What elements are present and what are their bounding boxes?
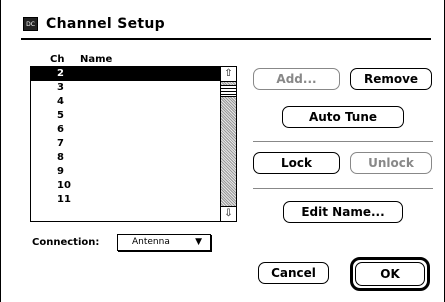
scroll-up-arrow-icon[interactable]: ⇧ [221,67,236,82]
edit-name-button[interactable]: Edit Name... [283,201,403,223]
unlock-button[interactable]: Unlock [350,152,432,174]
list-item[interactable]: 4 [31,95,220,109]
list-item[interactable]: 8 [31,151,220,165]
scroll-thumb[interactable] [221,85,236,97]
list-item[interactable]: 7 [31,137,220,151]
chevron-down-icon: ▼ [195,237,202,247]
list-item[interactable]: 3 [31,81,220,95]
divider [253,141,433,142]
list-item[interactable]: 11 [31,193,220,207]
dialog-title: Channel Setup [46,16,165,32]
column-header-ch: Ch [50,54,65,65]
list-item[interactable]: 6 [31,123,220,137]
tv-app-icon: DC [23,17,38,31]
title-divider [21,38,431,40]
list-item[interactable]: 5 [31,109,220,123]
ok-button[interactable]: OK [355,262,425,286]
remove-button[interactable]: Remove [350,68,432,90]
channel-setup-dialog: DC Channel Setup Ch Name 2 3 4 5 6 7 8 9… [0,0,445,302]
cancel-button[interactable]: Cancel [258,262,329,284]
list-item[interactable]: 2 [31,67,220,81]
connection-popup[interactable]: Antenna ▼ [117,234,211,251]
divider [253,188,433,189]
channel-list-scrollbar[interactable]: ⇧ ⇩ [220,67,236,221]
auto-tune-button[interactable]: Auto Tune [282,106,404,128]
connection-label: Connection: [32,237,100,248]
list-item[interactable]: 10 [31,179,220,193]
lock-button[interactable]: Lock [253,152,340,174]
title-bar: DC Channel Setup [23,14,165,34]
channel-list[interactable]: 2 3 4 5 6 7 8 9 10 11 ⇧ ⇩ [30,66,237,222]
connection-popup-value: Antenna [132,237,170,247]
add-button[interactable]: Add... [253,68,340,90]
scroll-down-arrow-icon[interactable]: ⇩ [221,206,236,221]
channel-list-body[interactable]: 2 3 4 5 6 7 8 9 10 11 [31,67,220,221]
column-header-name: Name [80,54,113,65]
list-item[interactable]: 9 [31,165,220,179]
